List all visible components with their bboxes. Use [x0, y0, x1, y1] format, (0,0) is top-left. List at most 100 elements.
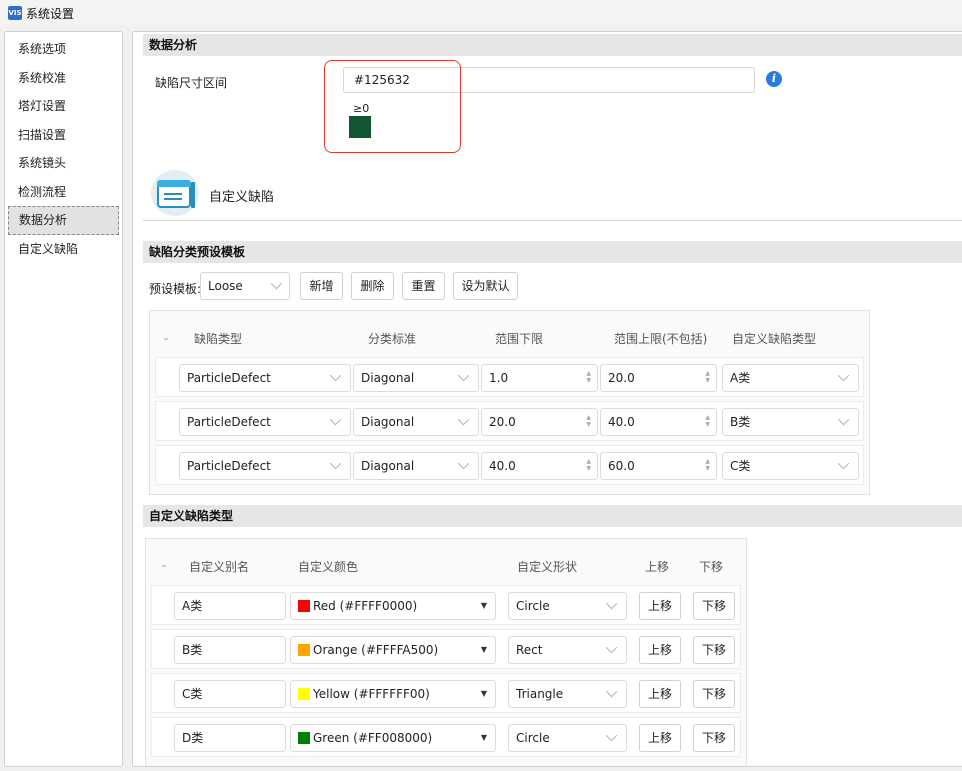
- chevron-down-icon: [329, 457, 342, 470]
- preset-template-select[interactable]: Loose: [200, 272, 290, 300]
- lower-bound-input[interactable]: 1.0 ▲ ▼: [481, 364, 598, 392]
- column-header: 分类标准: [368, 332, 417, 346]
- column-header: 自定义颜色: [298, 560, 359, 574]
- dropdown-arrow-icon: ▼: [480, 689, 487, 698]
- table-row: ParticleDefect Diagonal 20.0 ▲ ▼ 40.0 ▲ ▼ B类: [155, 401, 864, 441]
- column-header: 上移: [645, 560, 670, 574]
- defect-type-select[interactable]: ParticleDefect: [179, 452, 351, 480]
- sidebar-item-lens[interactable]: 系统镜头: [8, 149, 119, 178]
- grip-handle: [162, 565, 166, 567]
- grip-handle: [164, 338, 168, 340]
- chevron-down-icon: [329, 369, 342, 382]
- range-label: 缺陷尺寸区间: [155, 76, 228, 90]
- lower-bound-input[interactable]: 20.0 ▲ ▼: [481, 408, 598, 436]
- shape-select[interactable]: Circle: [508, 724, 627, 752]
- defect-type-select[interactable]: ParticleDefect: [179, 408, 351, 436]
- template-table: 缺陷类型 分类标准 范围下限 范围上限(不包括) 自定义缺陷类型 Particl…: [149, 310, 870, 495]
- spinner-arrows-icon[interactable]: ▲ ▼: [586, 370, 591, 384]
- move-down-button[interactable]: 下移: [693, 592, 735, 620]
- move-up-button[interactable]: 上移: [639, 724, 681, 752]
- standard-select[interactable]: Diagonal: [353, 364, 479, 392]
- column-header: 下移: [699, 560, 724, 574]
- reset-button[interactable]: 重置: [402, 272, 445, 300]
- color-swatch: [298, 688, 310, 700]
- delete-button[interactable]: 删除: [351, 272, 394, 300]
- sidebar-item-custom-defect[interactable]: 自定义缺陷: [8, 235, 119, 264]
- info-icon[interactable]: i: [766, 71, 782, 87]
- title-bar: VIS 系统设置: [0, 0, 962, 26]
- upper-bound-input[interactable]: 20.0 ▲ ▼: [600, 364, 717, 392]
- app-icon: VIS: [8, 6, 22, 20]
- upper-bound-input[interactable]: 40.0 ▲ ▼: [600, 408, 717, 436]
- spinner-arrows-icon[interactable]: ▲ ▼: [586, 414, 591, 428]
- custom-type-select[interactable]: A类: [722, 364, 859, 392]
- shape-select[interactable]: Rect: [508, 636, 627, 664]
- move-down-button[interactable]: 下移: [693, 680, 735, 708]
- dropdown-arrow-icon: ▼: [480, 733, 487, 742]
- lower-bound-input[interactable]: 40.0 ▲ ▼: [481, 452, 598, 480]
- table-row: ParticleDefect Diagonal 40.0 ▲ ▼ 60.0 ▲ ▼ C类: [155, 445, 864, 485]
- custom-types-table: 自定义别名 自定义颜色 自定义形状 上移 下移 A类 Red (#FFFF000…: [145, 538, 747, 766]
- color-select[interactable]: Yellow (#FFFFFF00) ▼: [290, 680, 496, 708]
- spinner-arrows-icon[interactable]: ▲ ▼: [705, 370, 710, 384]
- table-row: C类 Yellow (#FFFFFF00) ▼ Triangle 上移 下移: [151, 673, 741, 713]
- add-button[interactable]: 新增: [300, 272, 343, 300]
- upper-bound-input[interactable]: 60.0 ▲ ▼: [600, 452, 717, 480]
- preset-template-label: 预设模板:: [149, 282, 202, 296]
- color-select[interactable]: Red (#FFFF0000) ▼: [290, 592, 496, 620]
- sidebar-item-system-options[interactable]: 系统选项: [8, 35, 119, 64]
- table-row: ParticleDefect Diagonal 1.0 ▲ ▼ 20.0 ▲ ▼ A类: [155, 357, 864, 397]
- spinner-arrows-icon[interactable]: ▲ ▼: [705, 414, 710, 428]
- sidebar: 系统选项 系统校准 塔灯设置 扫描设置 系统镜头 检测流程 数据分析 自定义缺陷: [4, 31, 123, 767]
- column-header: 自定义别名: [189, 560, 250, 574]
- defect-type-select[interactable]: ParticleDefect: [179, 364, 351, 392]
- section-header-custom-types: 自定义缺陷类型: [143, 505, 962, 527]
- table-row: B类 Orange (#FFFFA500) ▼ Rect 上移 下移: [151, 629, 741, 669]
- custom-type-select[interactable]: B类: [722, 408, 859, 436]
- shape-select[interactable]: Triangle: [508, 680, 627, 708]
- column-header: 范围下限: [495, 332, 544, 346]
- color-swatch: [298, 732, 310, 744]
- sidebar-item-data-analysis[interactable]: 数据分析: [8, 206, 119, 235]
- spinner-arrows-icon[interactable]: ▲ ▼: [586, 458, 591, 472]
- table-row: D类 Green (#FF008000) ▼ Circle 上移 下移: [151, 717, 741, 757]
- alias-input[interactable]: C类: [174, 680, 286, 708]
- custom-type-select[interactable]: C类: [722, 452, 859, 480]
- main-panel: 数据分析 缺陷尺寸区间 #125632 i ≥0 自定义缺陷 缺陷分类预设模板 …: [132, 31, 962, 767]
- chevron-down-icon: [457, 413, 470, 426]
- table-row: A类 Red (#FFFF0000) ▼ Circle 上移 下移: [151, 585, 741, 625]
- standard-select[interactable]: Diagonal: [353, 452, 479, 480]
- alias-input[interactable]: A类: [174, 592, 286, 620]
- alias-input[interactable]: B类: [174, 636, 286, 664]
- move-down-button[interactable]: 下移: [693, 724, 735, 752]
- custom-defect-title: 自定义缺陷: [209, 190, 275, 205]
- shape-select[interactable]: Circle: [508, 592, 627, 620]
- color-swatch: [298, 644, 310, 656]
- window-title: 系统设置: [26, 6, 75, 21]
- sidebar-item-tower-light[interactable]: 塔灯设置: [8, 92, 119, 121]
- column-header: 范围上限(不包括): [614, 332, 708, 346]
- sidebar-item-calibration[interactable]: 系统校准: [8, 64, 119, 93]
- color-select[interactable]: Orange (#FFFFA500) ▼: [290, 636, 496, 664]
- column-header: 自定义形状: [517, 560, 578, 574]
- move-up-button[interactable]: 上移: [639, 592, 681, 620]
- chevron-down-icon: [605, 641, 618, 654]
- spinner-arrows-icon[interactable]: ▲ ▼: [705, 458, 710, 472]
- move-up-button[interactable]: 上移: [639, 636, 681, 664]
- chevron-down-icon: [329, 413, 342, 426]
- dropdown-arrow-icon: ▼: [480, 601, 487, 610]
- section-header-template: 缺陷分类预设模板: [143, 241, 962, 263]
- standard-select[interactable]: Diagonal: [353, 408, 479, 436]
- move-up-button[interactable]: 上移: [639, 680, 681, 708]
- notepad-icon: [151, 170, 199, 216]
- chevron-down-icon: [457, 369, 470, 382]
- move-down-button[interactable]: 下移: [693, 636, 735, 664]
- alias-input[interactable]: D类: [174, 724, 286, 752]
- chevron-down-icon: [837, 457, 850, 470]
- sidebar-item-inspection-flow[interactable]: 检测流程: [8, 178, 119, 207]
- color-select[interactable]: Green (#FF008000) ▼: [290, 724, 496, 752]
- set-default-button[interactable]: 设为默认: [453, 272, 518, 300]
- column-header: 缺陷类型: [194, 332, 243, 346]
- section-header-data-analysis: 数据分析: [143, 34, 962, 56]
- sidebar-item-scan-settings[interactable]: 扫描设置: [8, 121, 119, 150]
